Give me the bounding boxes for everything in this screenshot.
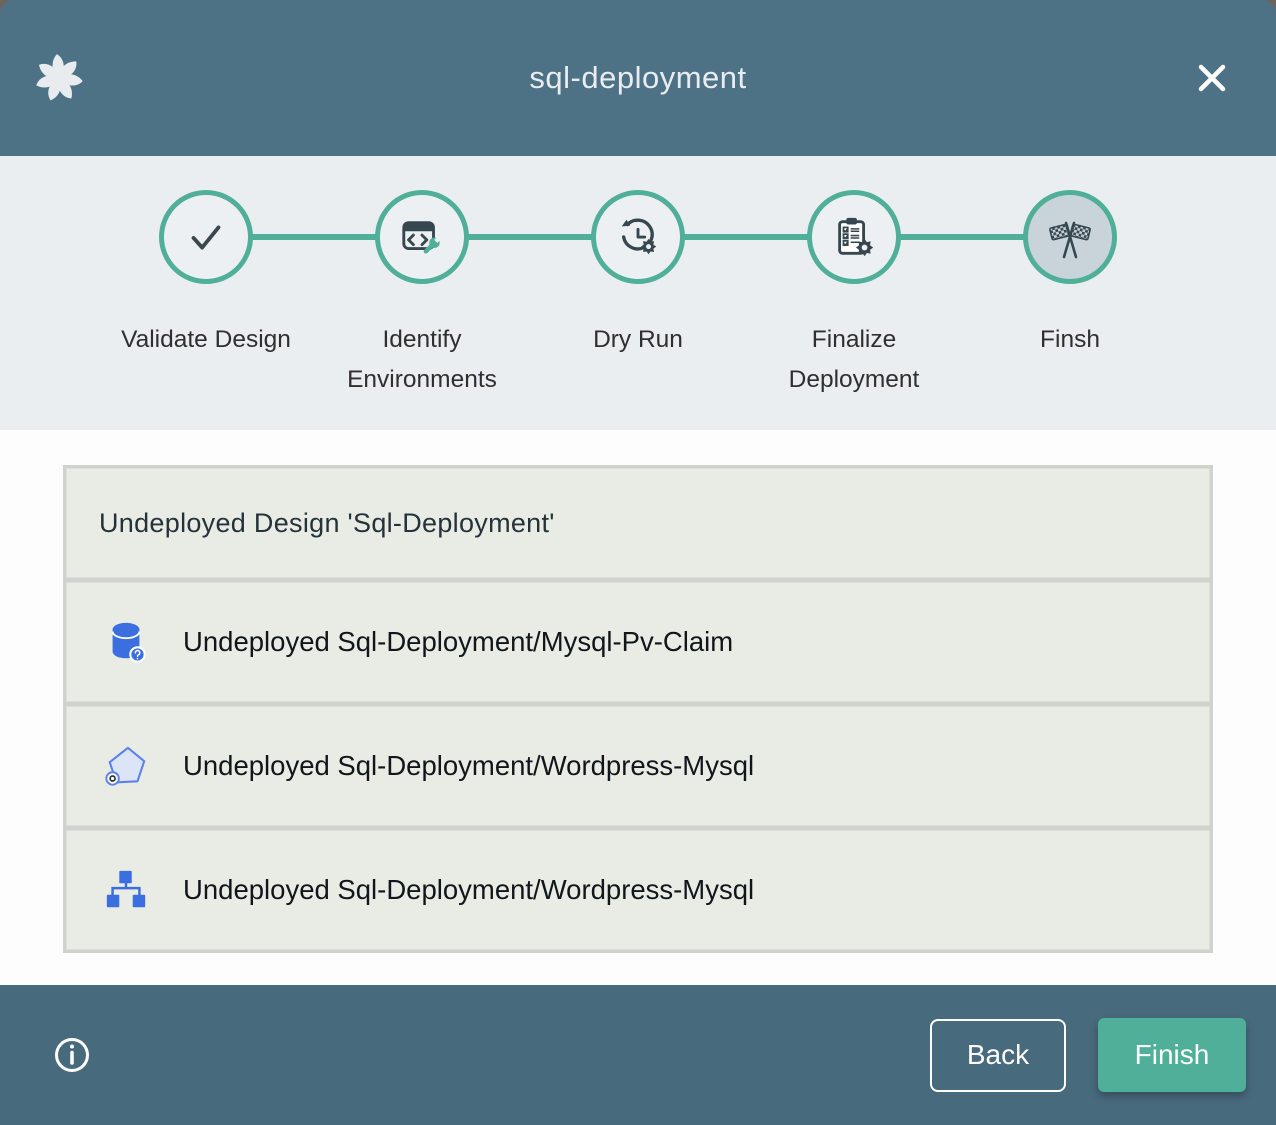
modal-title: sql-deployment (0, 60, 1276, 96)
hierarchy-icon (103, 867, 149, 913)
back-button[interactable]: Back (930, 1019, 1066, 1092)
pentagon-component-icon (103, 743, 149, 789)
list-item-text: Undeployed Sql-Deployment/Mysql-Pv-Claim (183, 626, 733, 658)
info-button[interactable] (50, 1033, 94, 1077)
step-label: Finsh (1040, 320, 1100, 360)
close-icon (1195, 61, 1229, 95)
step-dry-run[interactable]: Dry Run (530, 190, 746, 400)
modal-footer: Back Finish (0, 985, 1276, 1125)
check-icon (183, 214, 229, 260)
close-button[interactable] (1190, 56, 1234, 100)
code-tools-icon (399, 214, 445, 260)
list-item[interactable]: Undeployed Sql-Deployment/Wordpress-Mysq… (66, 706, 1210, 826)
step-circle (591, 190, 685, 284)
step-circle (375, 190, 469, 284)
list-header-text: Undeployed Design 'Sql-Deployment' (99, 508, 555, 539)
step-identify-environments[interactable]: Identify Environments (314, 190, 530, 400)
finish-flags-icon (1046, 213, 1094, 261)
list-item-text: Undeployed Sql-Deployment/Wordpress-Mysq… (183, 750, 754, 782)
list-header-row: Undeployed Design 'Sql-Deployment' (66, 468, 1210, 578)
step-finish[interactable]: Finsh (962, 190, 1178, 400)
list-item[interactable]: Undeployed Sql-Deployment/Mysql-Pv-Claim (66, 582, 1210, 702)
dry-run-history-icon (615, 214, 661, 260)
list-item-text: Undeployed Sql-Deployment/Wordpress-Mysq… (183, 874, 754, 906)
step-finalize-deployment[interactable]: Finalize Deployment (746, 190, 962, 400)
step-validate-design[interactable]: Validate Design (98, 190, 314, 400)
deployment-result-area: Undeployed Design 'Sql-Deployment' Undep… (0, 430, 1276, 985)
info-icon (52, 1035, 92, 1075)
step-label: Dry Run (593, 320, 683, 360)
step-label: Identify Environments (337, 320, 507, 400)
step-circle (159, 190, 253, 284)
clipboard-gear-icon (831, 214, 877, 260)
list-item[interactable]: Undeployed Sql-Deployment/Wordpress-Mysq… (66, 830, 1210, 950)
step-label: Finalize Deployment (769, 320, 939, 400)
database-question-icon (103, 619, 149, 665)
modal-header: sql-deployment (0, 0, 1276, 156)
step-label: Validate Design (121, 320, 291, 360)
deployment-wizard-modal: sql-deployment Validate Design (0, 0, 1276, 1125)
stepper: Validate Design (0, 156, 1276, 430)
step-circle (807, 190, 901, 284)
finish-button[interactable]: Finish (1098, 1018, 1246, 1092)
deployment-result-panel: Undeployed Design 'Sql-Deployment' Undep… (63, 465, 1213, 953)
step-circle (1023, 190, 1117, 284)
